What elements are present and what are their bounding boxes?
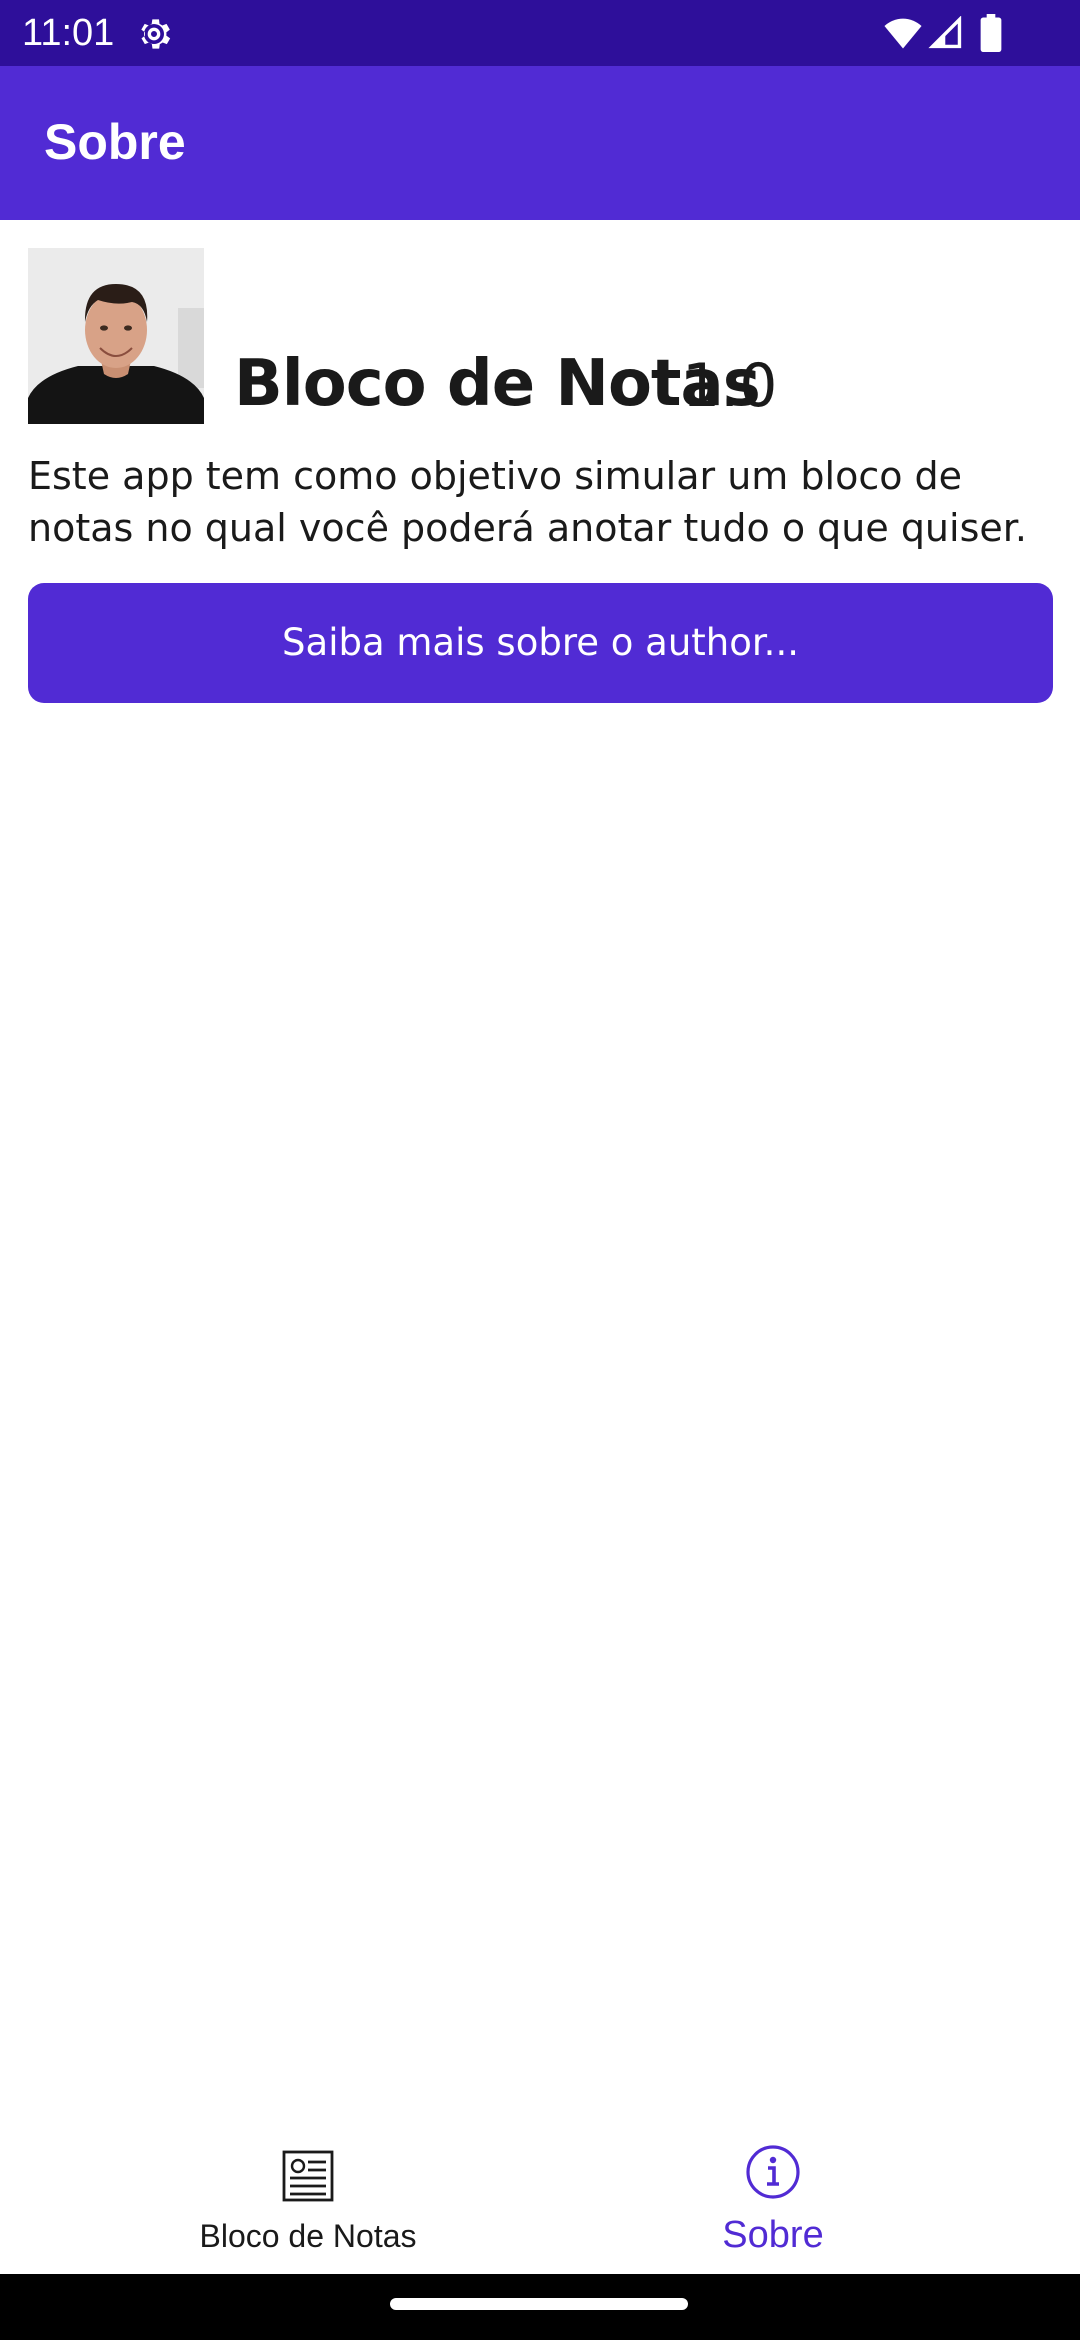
wifi-icon [884, 18, 922, 49]
gear-icon [141, 19, 171, 49]
signal-icon [928, 16, 962, 49]
learn-more-author-button[interactable]: Saiba mais sobre o author... [28, 583, 1053, 703]
tab-sobre-label: Sobre [722, 2214, 824, 2256]
app-bar: Sobre [0, 66, 1080, 220]
status-time: 11:01 [22, 12, 115, 54]
info-icon [746, 2145, 800, 2199]
author-photo-image [28, 248, 204, 424]
notes-icon [282, 2150, 334, 2202]
app-description: Este app tem como objetivo simular um bl… [28, 454, 1027, 550]
home-gesture-handle[interactable] [390, 2298, 688, 2310]
tab-bloco-de-notas-label: Bloco de Notas [199, 2218, 417, 2254]
app-version: 1.0 [682, 351, 778, 421]
page-title: Sobre [44, 114, 186, 170]
gesture-navigation-bar [0, 2274, 1080, 2340]
author-photo [28, 248, 204, 424]
tab-sobre[interactable]: Sobre [540, 2108, 1080, 2274]
tab-bloco-de-notas[interactable]: Bloco de Notas [0, 2108, 540, 2274]
bottom-navigation: Bloco de Notas Sobre [0, 2108, 1080, 2274]
battery-icon [980, 14, 1002, 52]
app-name: Bloco de Notas [234, 347, 761, 421]
status-bar: 11:01 [0, 0, 1080, 66]
